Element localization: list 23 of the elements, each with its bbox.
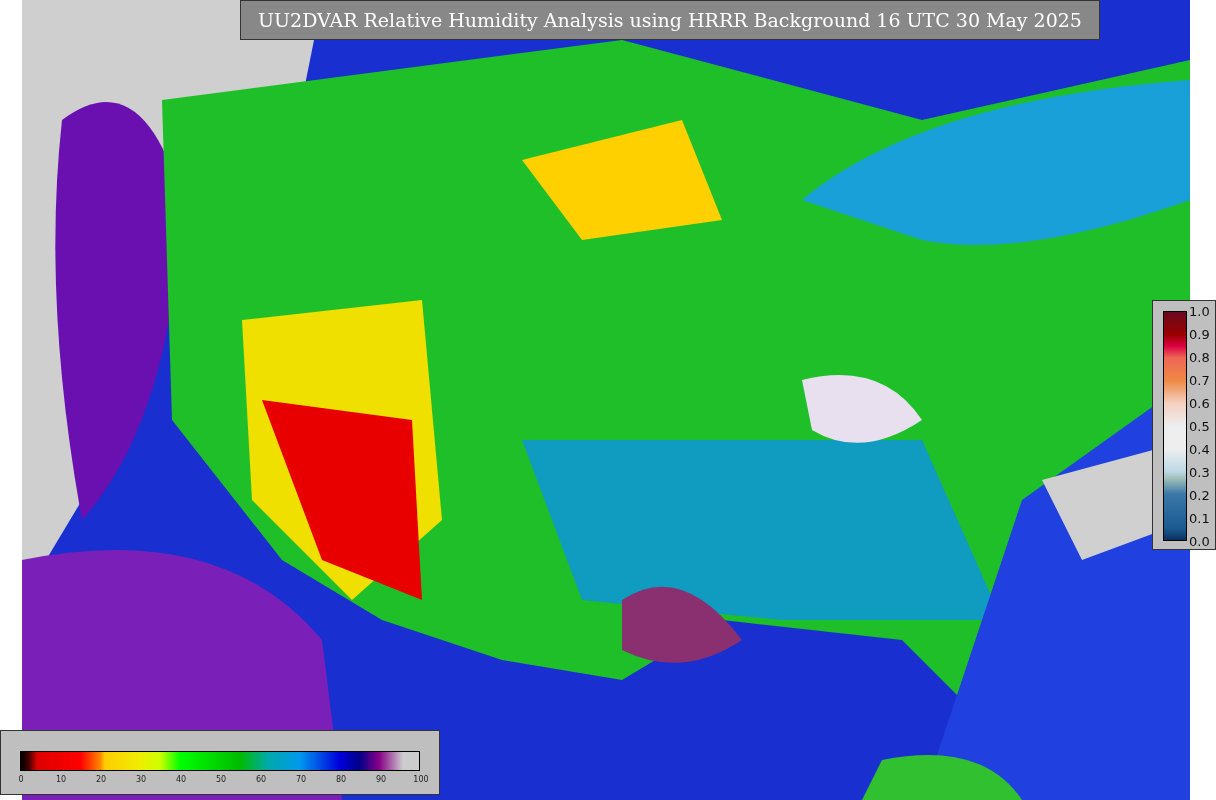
map-title: UU2DVAR Relative Humidity Analysis using HRRR Background 16 UTC 30 May 2025 (240, 0, 1100, 40)
tick-label: 60 (254, 775, 268, 784)
tick-label: 50 (214, 775, 228, 784)
tick-label: 0.6 (1189, 394, 1210, 413)
tick-label: 20 (94, 775, 108, 784)
tick-label: 0.1 (1189, 509, 1210, 528)
tick-label: 0 (17, 775, 25, 784)
tick-label: 0.3 (1189, 463, 1210, 482)
tick-label: 30 (134, 775, 148, 784)
tick-label: 0.5 (1189, 417, 1210, 436)
tick-label: 90 (374, 775, 388, 784)
tick-label: 80 (334, 775, 348, 784)
tick-label: 0.8 (1189, 348, 1210, 367)
tick-label: 0.2 (1189, 486, 1210, 505)
tick-label: 0.0 (1189, 532, 1210, 551)
tick-label: 70 (294, 775, 308, 784)
tick-label: 0.9 (1189, 325, 1210, 344)
tick-label: 1.0 (1189, 302, 1210, 321)
tick-label: 0.4 (1189, 440, 1210, 459)
tick-label: 10 (54, 775, 68, 784)
tick-label: 40 (174, 775, 188, 784)
tick-label: 0.7 (1189, 371, 1210, 390)
tick-label: 100 (412, 775, 430, 784)
